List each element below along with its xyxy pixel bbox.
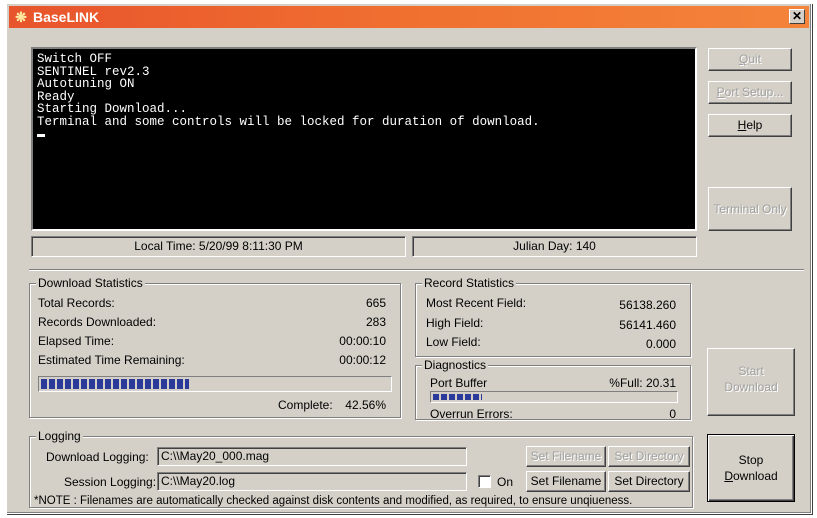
download-progress-bar	[38, 376, 392, 392]
download-statistics-title: Download Statistics	[36, 276, 145, 290]
port-setup-button[interactable]: Port Setup...	[708, 81, 792, 104]
baselink-window: ❋ BaseLINK ✕ Switch OFF SENTINEL rev2.3 Au…	[6, 3, 812, 514]
session-logging-label: Session Logging:	[64, 475, 157, 489]
low-field-value: 0.000	[645, 337, 676, 351]
separator	[29, 269, 804, 271]
overrun-errors-label: Overrun Errors:	[430, 407, 513, 421]
logging-title: Logging	[36, 429, 83, 443]
record-statistics-group: Record Statistics Most Recent Field: 561…	[415, 276, 691, 357]
port-buffer-bar	[430, 391, 678, 403]
high-field-value: 56141.460	[619, 318, 676, 332]
diagnostics-title: Diagnostics	[422, 358, 489, 372]
logging-group: Logging Download Logging: C:\\May20_000.…	[29, 429, 693, 508]
terminal-line: SENTINEL rev2.3	[37, 64, 150, 79]
port-buffer-label: Port Buffer	[430, 376, 488, 390]
overrun-errors-value: 0	[669, 407, 676, 421]
download-logging-field[interactable]: C:\\May20_000.mag	[157, 447, 467, 466]
session-logging-field[interactable]: C:\\May20.log	[157, 472, 467, 491]
close-icon: ✕	[791, 9, 803, 23]
stop-download-button[interactable]: Stop Download	[707, 434, 795, 502]
low-field-label: Low Field:	[426, 335, 481, 349]
terminal-line: Terminal and some controls will be locke…	[37, 114, 540, 129]
close-button[interactable]: ✕	[789, 9, 805, 24]
elapsed-time-label: Elapsed Time:	[38, 334, 115, 348]
download-statistics-group: Download Statistics Total Records: 665 R…	[29, 276, 401, 418]
records-downloaded-value: 283	[365, 315, 386, 329]
terminal-line: Autotuning ON	[37, 77, 135, 91]
estimated-time-value: 00:00:12	[339, 353, 386, 367]
logging-note: *NOTE : Filenames are automatically chec…	[34, 495, 633, 507]
diagnostics-group: Diagnostics Port Buffer %Full: 20.31 Ove…	[415, 358, 691, 421]
total-records-label: Total Records:	[38, 296, 115, 310]
julian-day-field: Julian Day: 140	[412, 236, 697, 257]
session-logging-on-checkbox[interactable]	[478, 475, 491, 488]
port-buffer-value: %Full: 20.31	[609, 376, 676, 390]
complete-label: Complete:	[278, 398, 333, 412]
terminal-cursor	[37, 134, 45, 137]
session-logging-on-label: On	[497, 475, 514, 489]
download-progress-fill	[41, 379, 189, 389]
quit-button[interactable]: Quit	[708, 48, 792, 71]
download-set-filename-button[interactable]: Set Filename	[526, 446, 606, 467]
record-statistics-title: Record Statistics	[422, 276, 517, 290]
terminal-only-button[interactable]: Terminal Only	[708, 187, 792, 231]
local-time-field: Local Time: 5/20/99 8:11:30 PM	[31, 236, 406, 257]
most-recent-field-value: 56138.260	[619, 298, 676, 312]
port-buffer-fill	[433, 394, 482, 400]
session-set-filename-button[interactable]: Set Filename	[526, 471, 606, 492]
most-recent-field-label: Most Recent Field:	[426, 296, 527, 310]
app-icon: ❋	[15, 9, 27, 25]
total-records-value: 665	[365, 296, 386, 310]
terminal-line: Switch OFF	[37, 52, 113, 66]
download-set-directory-button[interactable]: Set Directory	[608, 446, 690, 467]
complete-value: 42.56%	[345, 398, 386, 412]
high-field-label: High Field:	[426, 316, 484, 330]
records-downloaded-label: Records Downloaded:	[38, 315, 157, 329]
terminal-line: Starting Download...	[37, 102, 188, 116]
download-logging-label: Download Logging:	[46, 450, 149, 464]
estimated-time-label: Estimated Time Remaining:	[38, 353, 185, 367]
terminal-output[interactable]: Switch OFF SENTINEL rev2.3 Autotuning ON Re…	[31, 47, 697, 231]
elapsed-time-value: 00:00:10	[339, 334, 386, 348]
title-bar[interactable]: ❋ BaseLINK ✕	[9, 6, 809, 28]
start-download-button[interactable]: Start Download	[707, 348, 795, 416]
session-set-directory-button[interactable]: Set Directory	[608, 471, 690, 492]
window-title: BaseLINK	[33, 9, 100, 25]
help-button[interactable]: Help	[708, 114, 792, 137]
